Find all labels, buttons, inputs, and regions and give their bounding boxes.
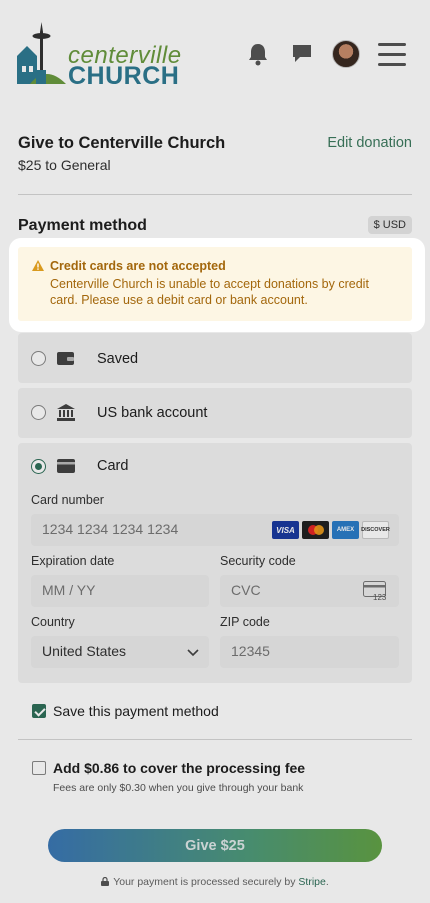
hamburger-menu-icon[interactable]	[378, 43, 406, 66]
alert-body: Centerville Church is unable to accept d…	[50, 277, 369, 307]
donation-summary: $25 to General	[18, 157, 111, 173]
save-method-checkbox[interactable]	[32, 704, 46, 718]
chevron-down-icon	[187, 649, 199, 657]
alert-title: Credit cards are not accepted	[50, 259, 226, 273]
cover-fee-label: Add $0.86 to cover the processing fee	[53, 760, 306, 776]
bank-radio[interactable]	[31, 405, 46, 420]
lock-icon	[101, 877, 110, 886]
donation-title: Give to Centerville Church	[18, 134, 226, 152]
header: centerville CHURCH	[0, 0, 430, 110]
amex-icon: AMEX	[332, 521, 359, 539]
bank-icon	[57, 404, 75, 421]
svg-text:123: 123	[373, 593, 387, 601]
cvc-card-icon: 123	[363, 581, 387, 601]
church-logo[interactable]: centerville CHURCH	[16, 22, 181, 90]
stripe-link[interactable]: Stripe	[298, 876, 325, 888]
expiry-label: Expiration date	[31, 554, 115, 568]
logo-line-2: CHURCH	[68, 62, 180, 90]
card-label: Card	[97, 458, 129, 474]
zip-label: ZIP code	[220, 615, 270, 629]
card-radio[interactable]	[31, 459, 46, 474]
cvc-label: Security code	[220, 554, 296, 568]
cover-fee-checkbox[interactable]	[32, 761, 46, 775]
messages-icon[interactable]	[291, 42, 315, 66]
mastercard-icon	[302, 521, 329, 539]
payment-method-title: Payment method	[18, 217, 147, 234]
divider	[18, 194, 412, 195]
saved-radio[interactable]	[31, 351, 46, 366]
card-number-input[interactable]: 1234 1234 1234 1234 VISA AMEX DISCOVER	[31, 514, 399, 546]
cvc-input[interactable]: CVC 123	[220, 575, 399, 607]
warning-icon	[32, 260, 44, 271]
country-label: Country	[31, 615, 75, 629]
divider	[18, 739, 412, 740]
saved-label: Saved	[97, 351, 139, 367]
visa-icon: VISA	[272, 521, 299, 539]
save-method-label: Save this payment method	[53, 703, 219, 719]
bank-label: US bank account	[97, 405, 208, 421]
currency-badge: $ USD	[367, 216, 412, 234]
alert-highlight: Credit cards are not accepted Centervill…	[9, 238, 425, 332]
edit-donation-link[interactable]: Edit donation	[327, 135, 412, 151]
donation-page: centerville CHURCH Give to Centerville C…	[0, 0, 430, 903]
discover-icon: DISCOVER	[361, 521, 390, 539]
secure-note: Your payment is processed securely by St…	[0, 876, 430, 888]
zip-input[interactable]: 12345	[220, 636, 399, 668]
country-select[interactable]: United States	[31, 636, 209, 668]
wallet-icon	[57, 351, 75, 367]
card-number-label: Card number	[31, 493, 104, 507]
expiry-input[interactable]: MM / YY	[31, 575, 209, 607]
user-avatar[interactable]	[332, 40, 360, 68]
card-brand-icons: VISA AMEX DISCOVER	[272, 521, 390, 539]
steeple-logo-icon	[17, 22, 66, 84]
payment-option-card[interactable]: Card Card number 1234 1234 1234 1234 VIS…	[18, 443, 412, 683]
payment-option-saved[interactable]: Saved	[18, 333, 412, 383]
give-button[interactable]: Give $25	[48, 829, 382, 862]
card-icon	[57, 459, 75, 475]
notifications-bell-icon[interactable]	[247, 42, 271, 66]
credit-card-alert: Credit cards are not accepted Centervill…	[18, 247, 412, 321]
payment-option-bank[interactable]: US bank account	[18, 388, 412, 438]
fee-note: Fees are only $0.30 when you give throug…	[53, 782, 304, 794]
